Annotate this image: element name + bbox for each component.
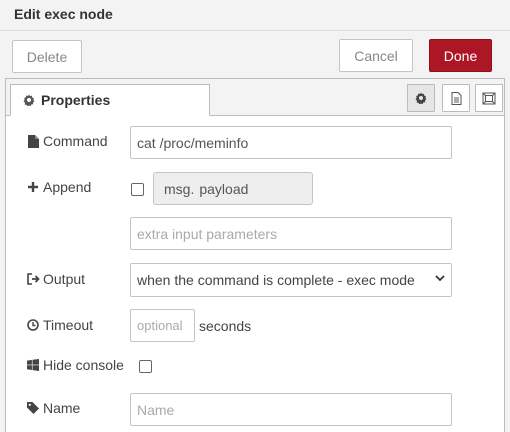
tag-icon — [26, 402, 40, 414]
name-label: Name — [26, 400, 80, 416]
append-msg-typed-input[interactable]: msg. payload — [153, 172, 313, 205]
output-select[interactable]: when the command is complete - exec mode — [130, 263, 452, 297]
append-label: Append — [26, 179, 91, 195]
output-selected-value: when the command is complete - exec mode — [137, 272, 415, 288]
settings-tab-button[interactable] — [407, 84, 435, 112]
msg-field: payload — [199, 180, 249, 197]
appearance-icon — [482, 92, 496, 105]
tab-properties-label: Properties — [41, 92, 111, 108]
file-icon — [26, 134, 40, 148]
hide-console-checkbox[interactable] — [139, 360, 152, 373]
tray-toolbar: Delete Cancel Done — [0, 31, 510, 78]
cog-icon — [23, 94, 35, 106]
command-label: Command — [26, 133, 108, 149]
timeout-unit: seconds — [199, 318, 252, 334]
description-tab-button[interactable] — [442, 84, 470, 112]
done-button[interactable]: Done — [429, 39, 492, 72]
sign-out-icon — [26, 273, 40, 285]
msg-prefix: msg. — [164, 180, 195, 197]
appearance-tab-button[interactable] — [475, 84, 503, 112]
tray-body: Properties Command Append — [5, 78, 505, 432]
chevron-down-icon — [435, 275, 445, 282]
cog-icon — [415, 92, 427, 104]
tab-strip: Properties — [6, 79, 504, 116]
name-input[interactable] — [130, 393, 452, 426]
timeout-input[interactable] — [130, 309, 195, 342]
tray-title: Edit exec node — [14, 6, 113, 22]
delete-button[interactable]: Delete — [12, 40, 82, 73]
output-label: Output — [26, 271, 85, 287]
append-checkbox[interactable] — [131, 183, 144, 196]
clock-icon — [26, 319, 40, 331]
timeout-label: Timeout — [26, 317, 93, 333]
command-input[interactable] — [130, 126, 452, 159]
windows-icon — [26, 359, 40, 371]
description-icon — [451, 91, 462, 105]
tray-header: Edit exec node — [0, 0, 510, 31]
hide-console-label: Hide console — [26, 357, 124, 373]
tab-properties[interactable]: Properties — [10, 84, 210, 116]
extra-params-input[interactable] — [130, 217, 452, 250]
plus-icon — [26, 182, 40, 192]
cancel-button[interactable]: Cancel — [339, 39, 413, 72]
